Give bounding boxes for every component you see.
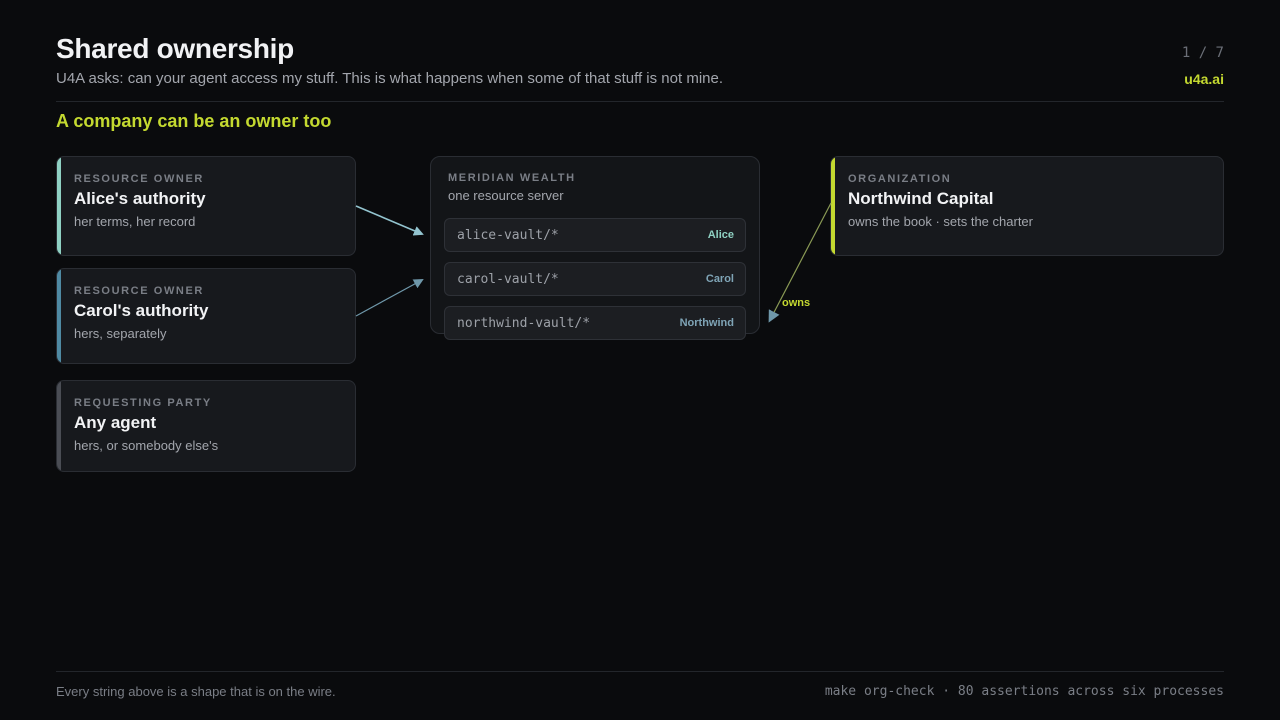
footer-divider bbox=[56, 671, 1224, 672]
edge-carol-to-vault bbox=[355, 279, 424, 317]
edge-alice-to-vault bbox=[355, 205, 424, 236]
footer-command: make org-check · 80 assertions across si… bbox=[824, 684, 1224, 699]
edge-label-owns: owns bbox=[782, 297, 811, 309]
footer-note: Every string above is a shape that is on… bbox=[56, 684, 336, 699]
connector-layer bbox=[355, 202, 832, 323]
